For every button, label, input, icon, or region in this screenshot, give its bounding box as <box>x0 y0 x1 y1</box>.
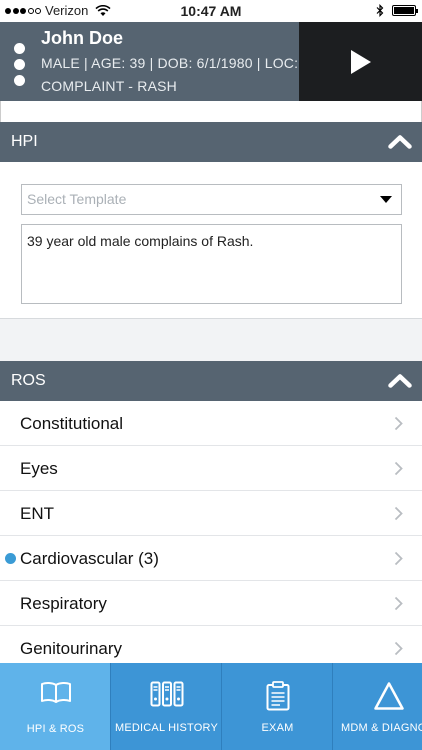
patient-header: John Doe MALE | AGE: 39 | DOB: 6/1/1980 … <box>0 22 422 101</box>
ros-item-label: Respiratory <box>20 594 107 613</box>
collapse-ros-icon[interactable] <box>388 373 412 388</box>
tab-label: HPI & ROS <box>26 723 85 735</box>
patient-name: John Doe <box>41 28 124 48</box>
hpi-section-header[interactable]: HPI <box>0 122 422 162</box>
ros-item-ent[interactable]: ENT <box>0 491 422 536</box>
status-time: 10:47 AM <box>180 3 242 19</box>
hpi-text-field[interactable]: 39 year old male complains of Rash. <box>21 224 402 304</box>
tab-label: MDM & DIAGNOS <box>341 722 422 734</box>
tab-exam[interactable]: EXAM <box>222 663 333 750</box>
ros-item-label: Genitourinary <box>20 639 123 658</box>
collapse-hpi-icon[interactable] <box>388 134 412 149</box>
status-right <box>376 4 418 17</box>
status-bar: Verizon 10:47 AM <box>0 0 422 22</box>
ros-item-eyes[interactable]: Eyes <box>0 446 422 491</box>
chevron-right-icon <box>394 551 403 566</box>
bluetooth-icon <box>376 4 384 17</box>
hpi-panel: Select Template 39 year old male complai… <box>0 162 422 319</box>
header-spacer <box>0 101 422 122</box>
tab-medical-history[interactable]: MEDICAL HISTORY <box>111 663 222 750</box>
more-options-icon[interactable] <box>14 43 25 86</box>
book-icon <box>40 681 71 703</box>
ros-item-label: Cardiovascular (3) <box>20 549 159 568</box>
template-select-placeholder: Select Template <box>27 191 127 207</box>
ros-section-title: ROS <box>11 372 46 389</box>
patient-complaint: COMPLAINT - RASH <box>41 78 177 94</box>
chevron-right-icon <box>394 461 403 476</box>
ros-item-constitutional[interactable]: Constitutional <box>0 401 422 446</box>
chevron-right-icon <box>394 596 403 611</box>
ros-list: Constitutional Eyes ENT Cardiovascular (… <box>0 401 422 663</box>
patient-demographics: MALE | AGE: 39 | DOB: 6/1/1980 | LOC: <box>41 55 299 71</box>
ros-item-label: Eyes <box>20 459 58 478</box>
triangle-icon <box>373 682 404 710</box>
dropdown-caret-icon <box>380 196 392 203</box>
ros-item-respiratory[interactable]: Respiratory <box>0 581 422 626</box>
ros-item-cardiovascular[interactable]: Cardiovascular (3) <box>0 536 422 581</box>
play-icon <box>350 49 371 74</box>
tab-hpi-ros[interactable]: HPI & ROS <box>0 663 111 750</box>
tab-label: EXAM <box>261 722 294 734</box>
chevron-right-icon <box>394 506 403 521</box>
binders-icon <box>150 681 183 707</box>
chevron-right-icon <box>394 641 403 656</box>
ros-section-header[interactable]: ROS <box>0 361 422 401</box>
clipboard-icon <box>266 681 289 711</box>
hpi-section-title: HPI <box>11 133 38 150</box>
bottom-tab-bar: HPI & ROS MEDICAL HISTORY EXAM MDM & DIA… <box>0 663 422 750</box>
ros-item-genitourinary[interactable]: Genitourinary <box>0 626 422 663</box>
tab-label: MEDICAL HISTORY <box>114 722 219 734</box>
ros-item-label: ENT <box>20 504 54 523</box>
tab-mdm-diagnosis[interactable]: MDM & DIAGNOS <box>333 663 422 750</box>
ros-item-label: Constitutional <box>20 414 124 433</box>
play-button[interactable] <box>299 22 422 101</box>
flagged-dot-icon <box>5 553 16 564</box>
chevron-right-icon <box>394 416 403 431</box>
template-select[interactable]: Select Template <box>21 184 402 215</box>
battery-icon <box>392 5 418 16</box>
